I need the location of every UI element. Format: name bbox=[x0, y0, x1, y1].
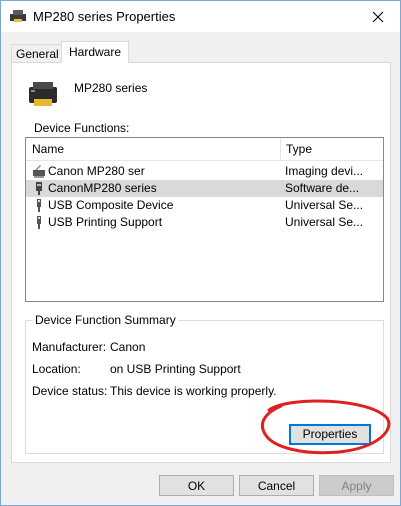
list-item-name: USB Composite Device bbox=[48, 198, 174, 212]
list-item-type: Universal Se... bbox=[285, 198, 364, 212]
ok-button[interactable]: OK bbox=[159, 475, 234, 496]
close-icon bbox=[372, 11, 384, 22]
cancel-button[interactable]: Cancel bbox=[239, 475, 314, 496]
column-header-type[interactable]: Type bbox=[280, 138, 382, 160]
scanner-icon bbox=[33, 165, 45, 178]
device-functions-list[interactable]: Name Type Canon MP280 ser Imaging devi..… bbox=[25, 137, 384, 302]
printer-device-icon bbox=[29, 82, 57, 106]
device-functions-label: Device Functions: bbox=[34, 121, 130, 135]
list-item[interactable]: USB Printing Support Universal Se... bbox=[26, 214, 383, 231]
list-item[interactable]: USB Composite Device Universal Se... bbox=[26, 197, 383, 214]
list-item-name: Canon MP280 ser bbox=[48, 164, 145, 178]
list-item-type: Software de... bbox=[285, 181, 360, 195]
list-item-type: Universal Se... bbox=[285, 215, 364, 229]
list-item-name: USB Printing Support bbox=[48, 215, 163, 229]
close-button[interactable] bbox=[356, 1, 400, 32]
usb-icon bbox=[37, 216, 41, 229]
usb-icon bbox=[37, 199, 41, 212]
list-item-name: CanonMP280 series bbox=[48, 181, 157, 195]
list-item[interactable]: Canon MP280 ser Imaging devi... bbox=[26, 163, 383, 180]
manufacturer-label: Manufacturer: bbox=[32, 340, 107, 354]
manufacturer-value: Canon bbox=[110, 340, 146, 354]
title-bar[interactable]: MP280 series Properties bbox=[1, 1, 400, 32]
tab-hardware[interactable]: Hardware bbox=[61, 41, 129, 63]
list-item-type: Imaging devi... bbox=[285, 164, 364, 178]
device-status-label: Device status: bbox=[32, 384, 108, 398]
column-header-name[interactable]: Name bbox=[26, 138, 281, 160]
location-label: Location: bbox=[32, 362, 81, 376]
location-value: on USB Printing Support bbox=[110, 362, 241, 376]
window-title: MP280 series Properties bbox=[33, 9, 176, 24]
list-header: Name Type bbox=[26, 138, 383, 161]
summary-title: Device Function Summary bbox=[32, 313, 179, 327]
list-item[interactable]: CanonMP280 series Software de... bbox=[26, 180, 383, 197]
printer-icon bbox=[10, 10, 26, 22]
usb-device-icon bbox=[36, 182, 42, 195]
device-name: MP280 series bbox=[74, 81, 148, 95]
apply-button[interactable]: Apply bbox=[319, 475, 394, 496]
red-circle-annotation bbox=[260, 399, 391, 455]
properties-dialog: MP280 series Properties General Hardware… bbox=[0, 0, 401, 506]
tab-general[interactable]: General bbox=[11, 44, 63, 63]
device-status-value: This device is working properly. bbox=[110, 384, 277, 398]
